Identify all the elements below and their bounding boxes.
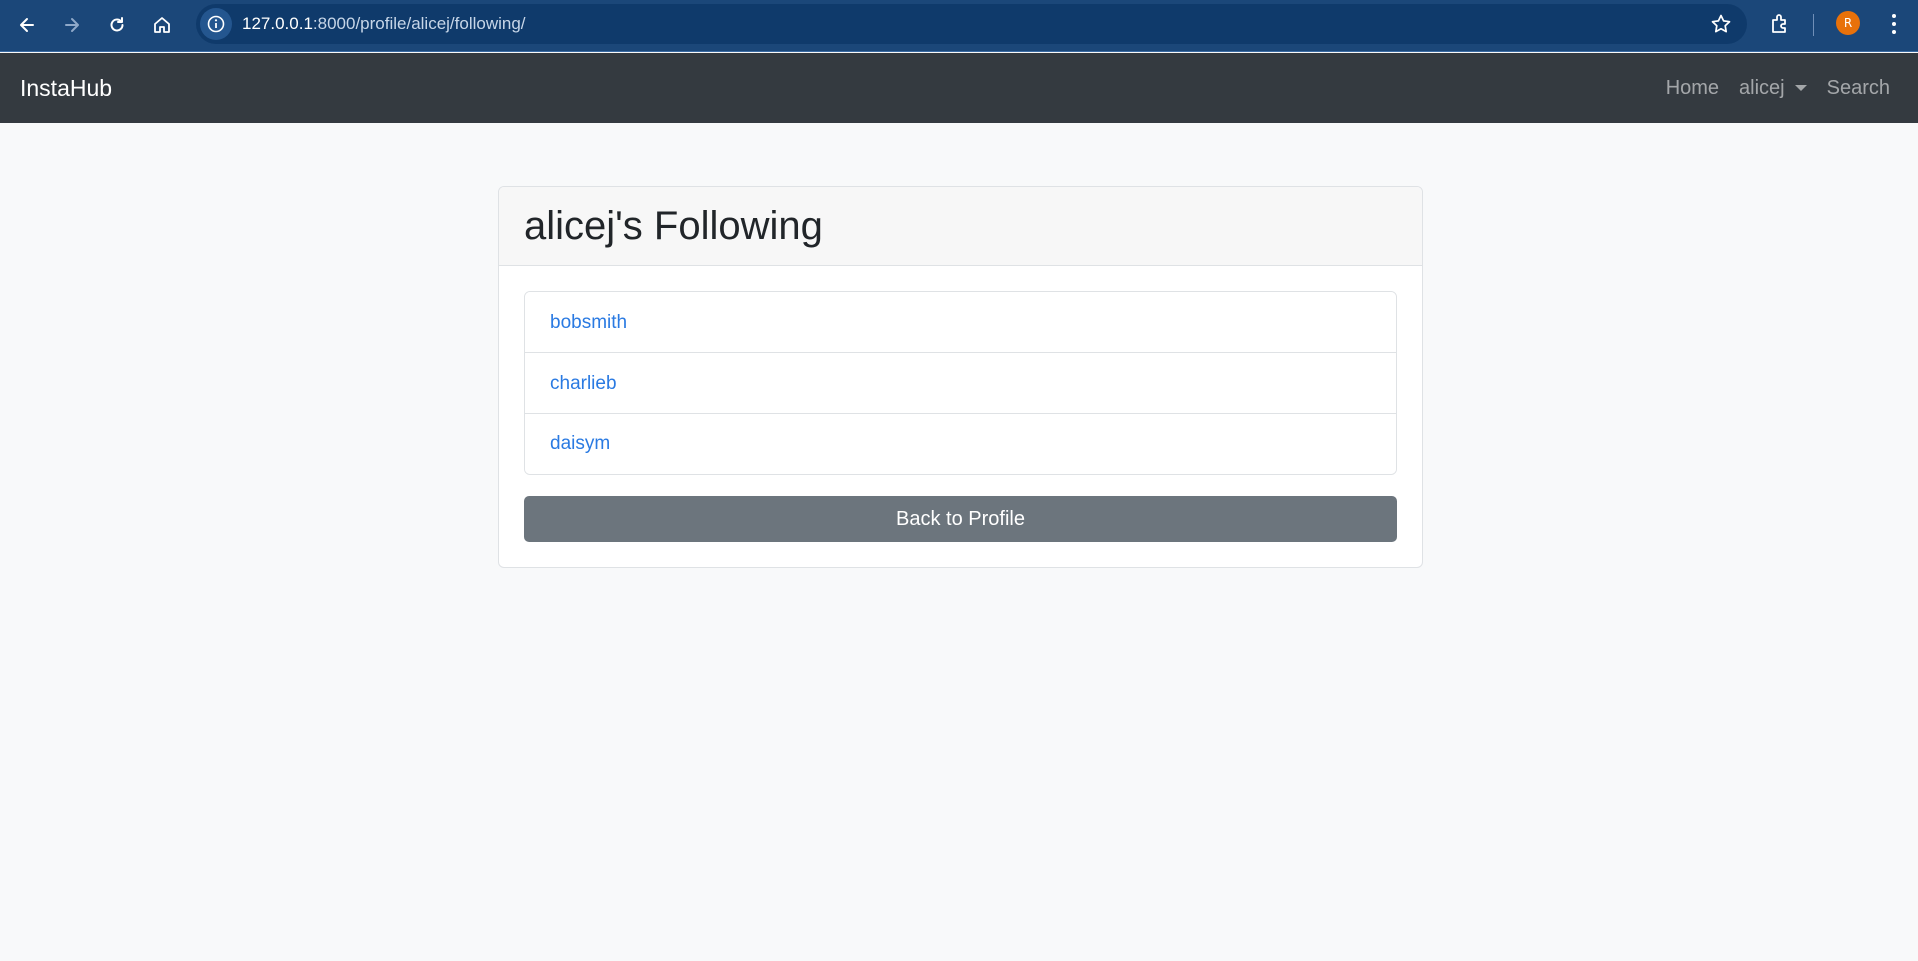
url-text[interactable]: 127.0.0.1:8000/profile/alicej/following/ <box>242 4 526 44</box>
back-arrow-icon <box>20 18 34 32</box>
forward-button[interactable] <box>55 8 89 42</box>
info-icon <box>207 15 225 33</box>
url-host: 127.0.0.1 <box>242 14 313 33</box>
reload-icon <box>110 17 124 32</box>
kebab-menu-icon[interactable] <box>1882 10 1906 38</box>
list-item: daisym <box>525 414 1396 474</box>
url-path: :8000/profile/alicej/following/ <box>312 14 526 33</box>
star-icon[interactable] <box>1709 12 1733 36</box>
address-bar[interactable]: 127.0.0.1:8000/profile/alicej/following/ <box>196 4 1747 44</box>
following-card: alicej's Following bobsmith charlieb dai… <box>498 186 1423 568</box>
nav-user-dropdown[interactable]: alicej <box>1739 77 1807 100</box>
extensions-icon[interactable] <box>1767 10 1795 38</box>
brand-logo[interactable]: InstaHub <box>20 53 112 123</box>
card-body: bobsmith charlieb daisym Back to Profile <box>499 266 1422 542</box>
following-user-link[interactable]: daisym <box>550 433 610 454</box>
following-list: bobsmith charlieb daisym <box>524 291 1397 475</box>
following-user-link[interactable]: bobsmith <box>550 312 627 333</box>
back-button[interactable] <box>10 8 44 42</box>
card-header: alicej's Following <box>499 187 1422 266</box>
following-user-link[interactable]: charlieb <box>550 373 617 394</box>
nav-home-link[interactable]: Home <box>1666 77 1719 100</box>
nav-user-label: alicej <box>1739 76 1785 99</box>
nav-search-link[interactable]: Search <box>1827 77 1890 100</box>
home-icon <box>154 17 170 33</box>
site-navbar: InstaHub Home alicej Search <box>0 53 1918 123</box>
forward-arrow-icon <box>65 18 79 32</box>
list-item: bobsmith <box>525 292 1396 353</box>
site-info-button[interactable] <box>200 8 232 40</box>
toolbar-divider <box>1813 14 1814 36</box>
nav-links: Home alicej Search <box>1646 53 1890 123</box>
home-button[interactable] <box>145 8 179 42</box>
page-title: alicej's Following <box>524 204 823 248</box>
list-item: charlieb <box>525 353 1396 414</box>
back-to-profile-button[interactable]: Back to Profile <box>524 496 1397 542</box>
browser-profile-avatar[interactable]: R <box>1836 11 1860 35</box>
caret-down-icon <box>1794 85 1807 91</box>
reload-button[interactable] <box>100 8 134 42</box>
browser-toolbar: 127.0.0.1:8000/profile/alicej/following/… <box>0 0 1918 52</box>
